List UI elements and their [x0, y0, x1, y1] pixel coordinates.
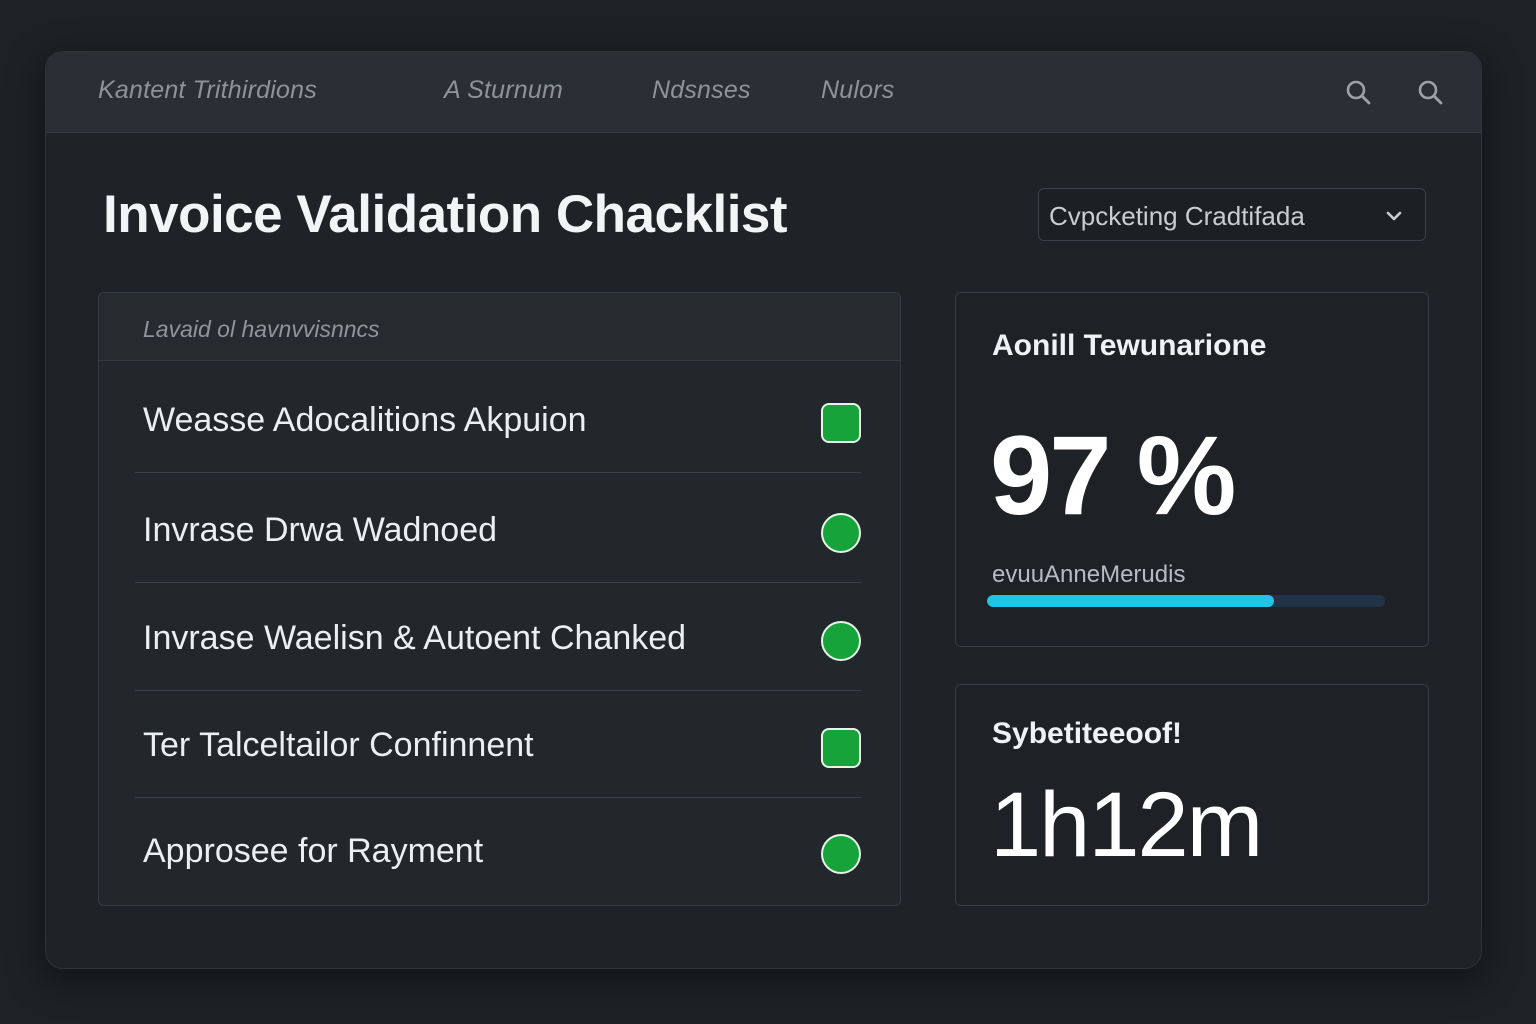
time-card-title: Sybetiteeoof!: [992, 717, 1183, 750]
checklist-header-label: Lavaid ol havnvvisnncs: [143, 316, 380, 342]
status-check-icon: [821, 513, 861, 553]
nav-item-3[interactable]: Ndsnses: [652, 76, 751, 105]
app-window: Kantent Trithirdions A Sturnum Ndsnses N…: [45, 51, 1482, 969]
nav-item-4[interactable]: Nulors: [821, 76, 894, 105]
page-title: Invoice Validation Chacklist: [103, 185, 788, 244]
checklist-item-label: Invrase Waelisn & Autoent Chanked: [143, 619, 687, 657]
search-icon[interactable]: [1344, 78, 1372, 106]
checklist-item[interactable]: Weasse Adocalitions Akpuion: [135, 365, 861, 473]
checklist-item-label: Invrase Drwa Wadnoed: [143, 511, 498, 549]
search-icon[interactable]: [1416, 78, 1444, 106]
accuracy-card: Aonill Tewunarione 97 % evuuAnneMerudis: [955, 292, 1429, 647]
accuracy-value: 97 %: [990, 413, 1236, 538]
row-divider: [135, 472, 861, 473]
status-check-icon: [821, 728, 861, 768]
dropdown-selected-value: Cvpcketing Cradtifada: [1049, 201, 1305, 231]
filter-dropdown[interactable]: Cvpcketing Cradtifada: [1038, 188, 1426, 241]
checklist-header: Lavaid ol havnvvisnncs: [99, 293, 900, 361]
checklist-item[interactable]: Invrase Waelisn & Autoent Chanked: [135, 583, 861, 691]
top-navigation: Kantent Trithirdions A Sturnum Ndsnses N…: [46, 52, 1481, 133]
checklist-item[interactable]: Ter Talceltailor Confinnent: [135, 690, 861, 798]
checklist-item[interactable]: Invrase Drwa Wadnoed: [135, 475, 861, 583]
progress-label: evuuAnneMerudis: [992, 561, 1186, 588]
chevron-down-icon: [1386, 211, 1402, 221]
time-card: Sybetiteeoof! 1h12m: [955, 684, 1429, 906]
checklist-item-label: Approsee for Rayment: [143, 832, 484, 870]
checklist-item-label: Ter Talceltailor Confinnent: [143, 726, 534, 764]
checklist-item[interactable]: Approsee for Rayment: [135, 796, 861, 904]
nav-item-2[interactable]: A Sturnum: [444, 76, 563, 105]
checklist-item-label: Weasse Adocalitions Akpuion: [143, 401, 587, 439]
nav-item-1[interactable]: Kantent Trithirdions: [98, 76, 317, 105]
accuracy-card-title: Aonill Tewunarione: [992, 329, 1267, 362]
progress-bar: [987, 595, 1385, 607]
status-check-icon: [821, 834, 861, 874]
status-check-icon: [821, 403, 861, 443]
time-value: 1h12m: [990, 774, 1263, 876]
status-check-icon: [821, 621, 861, 661]
validation-checklist: Lavaid ol havnvvisnncs Weasse Adocalitio…: [98, 292, 901, 906]
progress-bar-fill: [987, 595, 1274, 607]
